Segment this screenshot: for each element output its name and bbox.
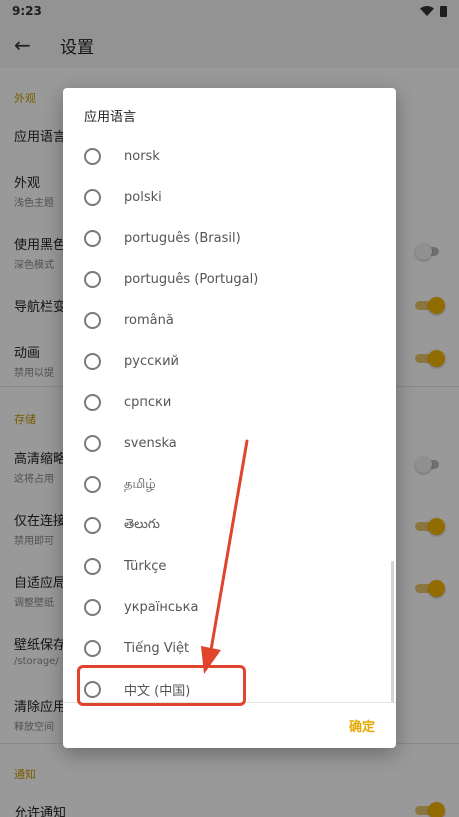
language-label: русский: [124, 354, 179, 369]
language-option[interactable]: српски: [63, 382, 396, 423]
language-label: português (Portugal): [124, 272, 259, 287]
radio-button[interactable]: [84, 435, 101, 452]
language-label: српски: [124, 395, 172, 410]
language-dialog: 应用语言 norsk polski português (Brasil) por…: [63, 88, 396, 748]
language-list[interactable]: norsk polski português (Brasil) portuguê…: [63, 136, 396, 703]
radio-button[interactable]: [84, 599, 101, 616]
radio-button[interactable]: [84, 189, 101, 206]
language-option[interactable]: தமிழ்: [63, 464, 396, 505]
language-option[interactable]: українська: [63, 587, 396, 628]
language-option[interactable]: română: [63, 300, 396, 341]
radio-button[interactable]: [84, 271, 101, 288]
radio-button[interactable]: [84, 148, 101, 165]
radio-button[interactable]: [84, 353, 101, 370]
radio-button[interactable]: [84, 517, 101, 534]
radio-button[interactable]: [84, 394, 101, 411]
language-label: తెలుగు: [124, 516, 160, 532]
language-option[interactable]: polski: [63, 177, 396, 218]
language-option[interactable]: Tiếng Việt: [63, 628, 396, 669]
language-label: Tiếng Việt: [124, 641, 190, 656]
language-option[interactable]: svenska: [63, 423, 396, 464]
radio-button[interactable]: [84, 476, 101, 493]
dialog-title: 应用语言: [84, 110, 137, 125]
radio-button[interactable]: [84, 558, 101, 575]
radio-button[interactable]: [84, 312, 101, 329]
confirm-button[interactable]: 确定: [349, 716, 375, 735]
language-option[interactable]: తెలుగు: [63, 505, 396, 546]
language-label: português (Brasil): [124, 231, 241, 246]
language-label: svenska: [124, 436, 177, 451]
language-option[interactable]: Türkçe: [63, 546, 396, 587]
scrollbar[interactable]: [391, 561, 394, 702]
language-label: தமிழ்: [124, 476, 156, 492]
language-option[interactable]: português (Brasil): [63, 218, 396, 259]
language-label: norsk: [124, 149, 160, 164]
radio-button[interactable]: [84, 640, 101, 657]
language-label: українська: [124, 600, 199, 615]
annotation-highlight-box: [77, 665, 246, 706]
language-option[interactable]: português (Portugal): [63, 259, 396, 300]
language-label: polski: [124, 190, 162, 205]
language-label: Türkçe: [124, 559, 167, 574]
language-option[interactable]: norsk: [63, 136, 396, 177]
language-option[interactable]: русский: [63, 341, 396, 382]
radio-button[interactable]: [84, 230, 101, 247]
language-label: română: [124, 313, 174, 328]
